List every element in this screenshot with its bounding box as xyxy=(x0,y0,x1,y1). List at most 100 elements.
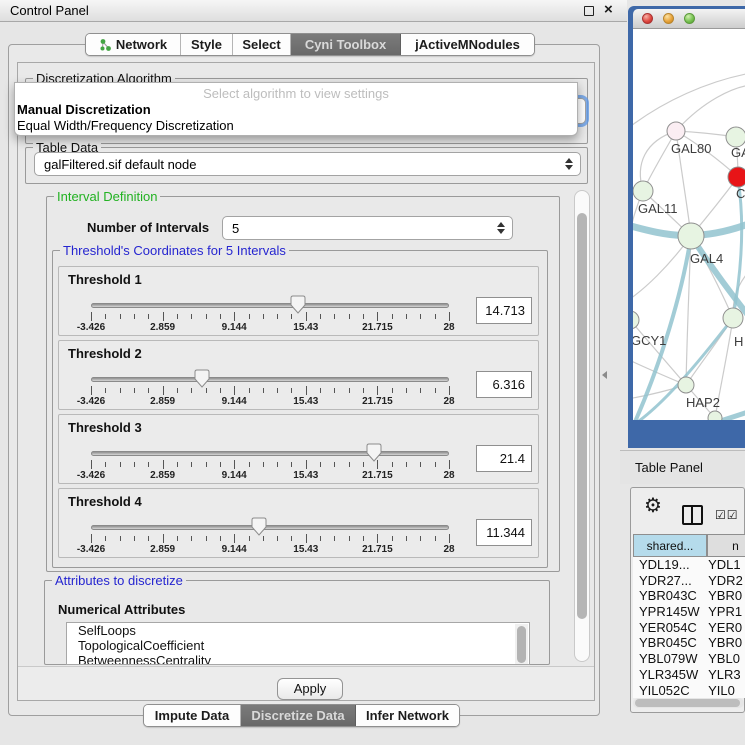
algorithm-option[interactable]: Equal Width/Frequency Discretization xyxy=(15,117,577,133)
panel-scrollbar[interactable] xyxy=(574,190,590,662)
cell-shared-name[interactable]: YIL052C xyxy=(633,683,708,699)
gear-icon[interactable]: ⚙ xyxy=(644,496,662,516)
tab-label: Cyni Toolbox xyxy=(305,37,386,52)
column-view-icon[interactable] xyxy=(682,505,703,525)
tab-cyni-toolbox[interactable]: Cyni Toolbox xyxy=(291,34,401,55)
slider-track[interactable] xyxy=(91,451,449,456)
right-node[interactable] xyxy=(723,308,743,328)
tab-infer-network[interactable]: Infer Network xyxy=(356,705,459,726)
network-edge[interactable] xyxy=(676,85,745,131)
cell-name[interactable]: YIL0 xyxy=(708,683,745,699)
cell-shared-name[interactable]: YLR345W xyxy=(633,667,708,683)
threshold-value-field[interactable]: 21.4 xyxy=(476,445,532,472)
gal11-node[interactable] xyxy=(633,181,653,201)
slider-thumb[interactable] xyxy=(290,295,306,314)
panel-divider-handle[interactable] xyxy=(602,371,607,379)
cell-shared-name[interactable]: YER054C xyxy=(633,620,708,636)
green-traffic-light-icon[interactable] xyxy=(684,13,695,24)
cell-name[interactable]: YBR0 xyxy=(708,588,745,604)
red-traffic-light-icon[interactable] xyxy=(642,13,653,24)
table-row[interactable]: YPR145WYPR1 xyxy=(633,604,745,620)
interval-definition-title: Interval Definition xyxy=(54,189,160,204)
column-header-name[interactable]: n xyxy=(707,534,745,557)
table-row[interactable]: YBL079WYBL0 xyxy=(633,651,745,667)
number-of-intervals-combo[interactable]: 5 xyxy=(222,216,513,240)
cell-name[interactable]: YPR1 xyxy=(708,604,745,620)
gal4-node[interactable] xyxy=(678,223,704,249)
gal80-node[interactable] xyxy=(667,122,685,140)
float-window-icon[interactable] xyxy=(584,6,594,16)
cell-shared-name[interactable]: YBL079W xyxy=(633,651,708,667)
attribute-item[interactable]: SelfLoops xyxy=(67,623,529,638)
node-label: GA xyxy=(731,145,745,160)
bottom-node[interactable] xyxy=(708,411,722,420)
tab-jactivemnodules[interactable]: jActiveMNodules xyxy=(401,34,534,55)
slider-ticks xyxy=(91,386,449,396)
gcy1-node[interactable] xyxy=(633,311,639,329)
slider-track[interactable] xyxy=(91,525,449,530)
apply-button[interactable]: Apply xyxy=(277,678,343,700)
network-view[interactable]: GAL80GACGAL11GAL4GCY1HHAP2 xyxy=(633,29,745,420)
slider-thumb[interactable] xyxy=(366,443,382,462)
close-icon[interactable]: × xyxy=(604,1,613,18)
numerical-attributes-list[interactable]: SelfLoopsTopologicalCoefficientBetweenne… xyxy=(66,622,530,665)
table-data-combo-value: galFiltered.sif default node xyxy=(44,157,196,172)
table-row[interactable]: YIL052CYIL0 xyxy=(633,683,745,699)
hap2-node[interactable] xyxy=(678,377,694,393)
table-hscrollbar[interactable] xyxy=(633,698,744,708)
network-edge[interactable] xyxy=(633,73,745,129)
cell-shared-name[interactable]: YBR043C xyxy=(633,588,708,604)
tab-impute-data[interactable]: Impute Data xyxy=(144,705,241,726)
network-edge[interactable] xyxy=(633,320,686,385)
attribute-item[interactable]: BetweennessCentrality xyxy=(67,653,529,665)
table-data-combo[interactable]: galFiltered.sif default node xyxy=(34,152,581,176)
algorithm-dropdown-popup: Select algorithm to view settings Manual… xyxy=(14,82,578,136)
scrollbar-thumb[interactable] xyxy=(517,626,526,663)
tab-label: Select xyxy=(242,37,280,52)
cell-shared-name[interactable]: YBR045C xyxy=(633,635,708,651)
slider-thumb[interactable] xyxy=(251,517,267,536)
scrollbar-thumb[interactable] xyxy=(635,699,740,707)
attributes-group-title: Attributes to discretize xyxy=(52,573,186,588)
attribute-item[interactable]: TopologicalCoefficient xyxy=(67,638,529,653)
tab-style[interactable]: Style xyxy=(181,34,233,55)
column-header-shared[interactable]: shared... xyxy=(633,534,707,557)
network-icon xyxy=(99,38,112,51)
algorithm-option[interactable]: Manual Discretization xyxy=(15,101,577,117)
cell-name[interactable]: YER0 xyxy=(708,620,745,636)
tab-network[interactable]: Network xyxy=(86,34,181,55)
cell-name[interactable]: YDR2 xyxy=(708,573,745,589)
tab-discretize-data[interactable]: Discretize Data xyxy=(241,705,356,726)
cell-shared-name[interactable]: YPR145W xyxy=(633,604,708,620)
tab-label: Network xyxy=(116,37,167,52)
checkbox-icons[interactable]: ☑☑ xyxy=(715,508,739,522)
slider-thumb[interactable] xyxy=(194,369,210,388)
cell-name[interactable]: YLR3 xyxy=(708,667,745,683)
table-row[interactable]: YER054CYER0 xyxy=(633,620,745,636)
table-row[interactable]: YLR345WYLR3 xyxy=(633,667,745,683)
table-row[interactable]: YDL19...YDL1 xyxy=(633,557,745,573)
scrollbar-thumb[interactable] xyxy=(577,213,587,619)
list-scrollbar[interactable] xyxy=(515,624,528,665)
slider-track[interactable] xyxy=(91,303,449,308)
network-edge-highlighted[interactable] xyxy=(691,236,745,319)
tab-select[interactable]: Select xyxy=(233,34,291,55)
threshold-value-field[interactable]: 11.344 xyxy=(476,519,532,546)
table-row[interactable]: YDR27...YDR2 xyxy=(633,573,745,589)
table-row[interactable]: YBR043CYBR0 xyxy=(633,588,745,604)
slider-tick-labels: -3.4262.8599.14415.4321.71528 xyxy=(91,396,449,408)
cell-shared-name[interactable]: YDR27... xyxy=(633,573,708,589)
threshold-value-field[interactable]: 6.316 xyxy=(476,371,532,398)
threshold-panel: Threshold 4-3.4262.8599.14415.4321.71528… xyxy=(58,488,539,558)
slider-track[interactable] xyxy=(91,377,449,382)
cell-name[interactable]: YBL0 xyxy=(708,651,745,667)
yellow-traffic-light-icon[interactable] xyxy=(663,13,674,24)
cell-name[interactable]: YBR0 xyxy=(708,635,745,651)
table-row[interactable]: YBR045CYBR0 xyxy=(633,635,745,651)
red-node[interactable] xyxy=(728,167,745,187)
topright-node[interactable] xyxy=(726,127,745,147)
threshold-value-field[interactable]: 14.713 xyxy=(476,297,532,324)
cell-shared-name[interactable]: YDL19... xyxy=(633,557,708,573)
cell-name[interactable]: YDL1 xyxy=(708,557,745,573)
tab-label: Style xyxy=(191,37,222,52)
